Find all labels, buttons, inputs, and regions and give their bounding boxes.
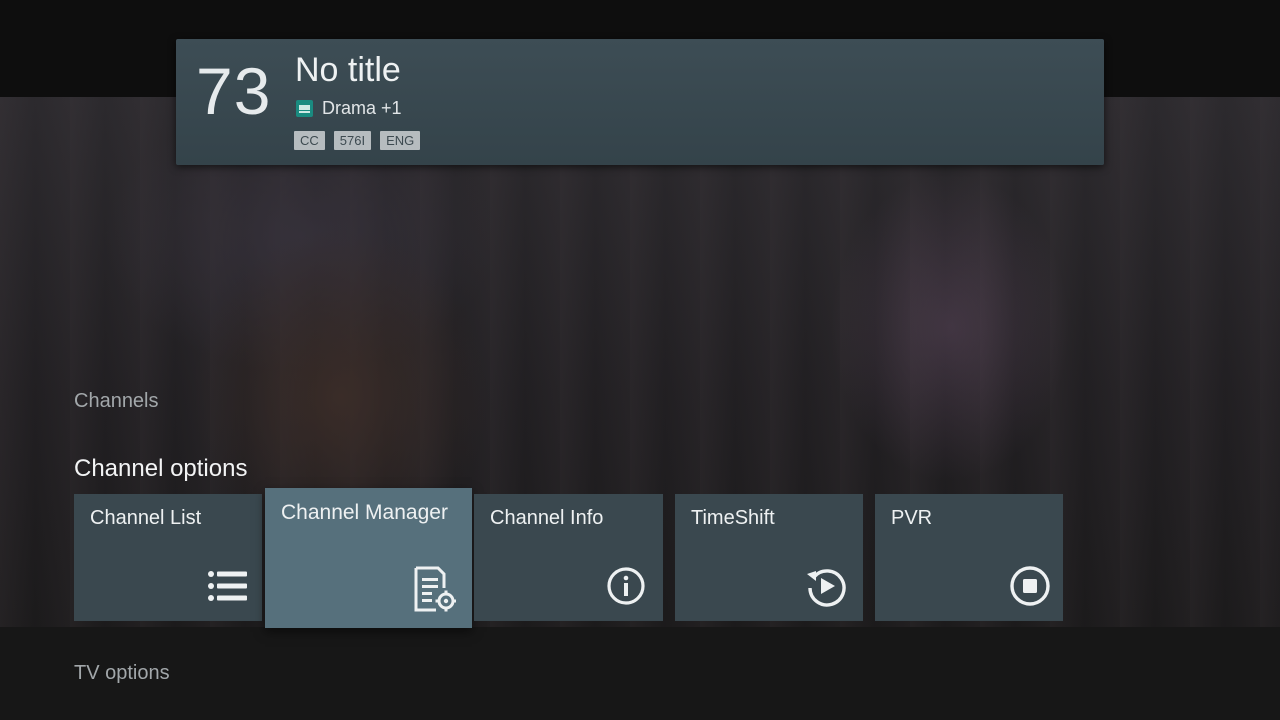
language-badge: ENG: [380, 131, 421, 150]
resolution-badge: 576I: [333, 131, 372, 150]
list-icon: [208, 571, 247, 601]
info-icon: [607, 567, 645, 605]
replay-icon: [807, 569, 846, 607]
bottom-shade: [0, 627, 1280, 720]
channel-options-title: Channel options: [74, 455, 248, 482]
channel-name: Drama +1: [322, 98, 402, 118]
channels-section-label[interactable]: Channels: [74, 390, 159, 413]
timeshift-card[interactable]: TimeShift: [675, 494, 863, 621]
stream-badges: CC 576I ENG: [294, 131, 421, 150]
card-label: PVR: [891, 507, 933, 529]
card-label: TimeShift: [691, 507, 775, 529]
channel-info-card[interactable]: Channel Info: [474, 494, 663, 621]
tv-screen: 73 No title Drama +1 CC 576I ENG Channel…: [0, 0, 1280, 720]
channel-manager-card[interactable]: Channel Manager: [265, 488, 472, 628]
program-title: No title: [295, 51, 401, 89]
card-label: Channel List: [90, 507, 202, 529]
channel-line: Drama +1: [296, 98, 402, 119]
record-stop-icon: [1010, 566, 1050, 606]
tv-options-section-label[interactable]: TV options: [74, 662, 170, 685]
card-label: Channel Manager: [281, 501, 448, 524]
channel-logo-icon: [296, 100, 313, 117]
pvr-card[interactable]: PVR: [875, 494, 1063, 621]
channel-list-card[interactable]: Channel List: [74, 494, 262, 621]
document-settings-icon: [414, 566, 456, 612]
channel-info-banner: 73 No title Drama +1 CC 576I ENG: [176, 39, 1104, 165]
cc-badge: CC: [294, 131, 325, 150]
card-label: Channel Info: [490, 507, 604, 529]
channel-number: 73: [196, 54, 272, 128]
